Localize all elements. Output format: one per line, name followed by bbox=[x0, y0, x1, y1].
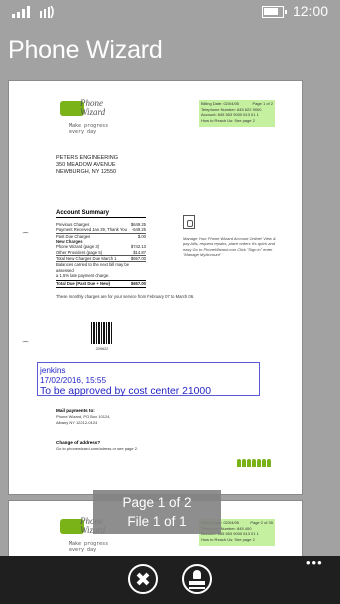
stamp-icon bbox=[193, 570, 201, 579]
mail-address-line: Phone Wizard, PO Box 10124, bbox=[56, 414, 111, 419]
mail-payments-title: Mail payments to: bbox=[56, 408, 95, 413]
stamp-message: To be approved by cost center 21000 bbox=[40, 386, 211, 397]
app-title: Phone Wizard bbox=[8, 36, 163, 64]
document-page-1[interactable]: Phone Wizard Make progress every day Bil… bbox=[8, 80, 303, 495]
account-summary-title: Account Summary bbox=[56, 210, 146, 218]
mail-address-line: Albany NY 12212-0124 bbox=[56, 419, 98, 425]
status-clock: 12:00 bbox=[292, 3, 328, 19]
address-line: PETERS ENGINEERING bbox=[56, 155, 119, 161]
people-graphic-icon bbox=[237, 459, 275, 469]
billing-how-to-reach: How to Reach Us: See page 2 bbox=[201, 117, 255, 123]
barcode-number: 209622 bbox=[95, 347, 109, 351]
manage-account-text: Manage Your Phone Wizard Account Online!… bbox=[183, 236, 276, 257]
punch-hole bbox=[22, 341, 29, 344]
address-line: NEWBURGH, NY 12550 bbox=[56, 169, 117, 175]
more-options-button[interactable]: ••• bbox=[306, 556, 326, 570]
barcode-icon bbox=[91, 322, 113, 344]
account-summary-table: Previous Charges $649.25 Payment Received… bbox=[56, 222, 146, 288]
punch-hole bbox=[22, 232, 29, 235]
billing-date: Billing Date: 02/04/05 bbox=[201, 101, 240, 106]
summary-total-row: Total Due (Past Due + New) $657.00 bbox=[56, 280, 146, 288]
billing-page: Page 2 of 35 bbox=[250, 520, 273, 525]
summary-row: Balances carried to the next bill may be… bbox=[56, 261, 146, 273]
address-line: 350 MEADOW AVENUE bbox=[56, 162, 116, 168]
change-address-text: Go to phonewizard.com/adress or see page… bbox=[56, 446, 139, 451]
app-bar: ••• bbox=[0, 556, 340, 604]
summary-row: Other Providers (page 5) $14.87 bbox=[56, 249, 146, 255]
summary-row: a 1.5% late payment charge. bbox=[56, 273, 110, 279]
stamp-user: jenkins bbox=[40, 366, 66, 375]
cancel-button[interactable] bbox=[128, 564, 158, 594]
approval-stamp[interactable]: jenkins 17/02/2016, 15:55 To be approved… bbox=[37, 362, 260, 397]
status-bar: 12:00 bbox=[0, 0, 340, 24]
summary-row: Payment Received Jan 29, Thank You -649.2… bbox=[56, 227, 146, 233]
signal-strength-icon bbox=[12, 6, 36, 18]
billing-how-to-reach: How to Reach Us: See page 2 bbox=[201, 536, 255, 542]
wifi-icon bbox=[40, 5, 54, 19]
logo-tagline: Make progress every day bbox=[69, 541, 109, 553]
logo-text: Phone Wizard bbox=[80, 98, 106, 117]
mail-payments-address: Phone Wizard, PO Box 10124, Albany NY 12… bbox=[56, 414, 110, 425]
page-indicator-label: Page 1 of 2 bbox=[122, 495, 192, 510]
billing-info-box: Billing Date: 02/04/05 Page 1 of 2 Telep… bbox=[199, 100, 275, 127]
battery-icon bbox=[262, 6, 287, 18]
recipient-address: PETERS ENGINEERING 350 MEADOW AVENUE NEW… bbox=[56, 155, 118, 176]
file-indicator-label: File 1 of 1 bbox=[127, 514, 187, 529]
change-address-title: Change of address? bbox=[56, 440, 101, 445]
service-period-note: These monthly charges are for your servi… bbox=[56, 294, 195, 299]
summary-row: Total New Charges Due March 1 $657.00 bbox=[56, 255, 146, 262]
page-indicator-overlay: Page 1 of 2 File 1 of 1 bbox=[93, 490, 221, 534]
manage-account-icon bbox=[183, 215, 195, 229]
logo-tagline: Make progress every day bbox=[69, 123, 109, 135]
stamp-datetime: 17/02/2016, 15:55 bbox=[40, 376, 107, 385]
billing-page: Page 1 of 2 bbox=[252, 101, 273, 106]
stamp-button[interactable] bbox=[182, 564, 212, 594]
